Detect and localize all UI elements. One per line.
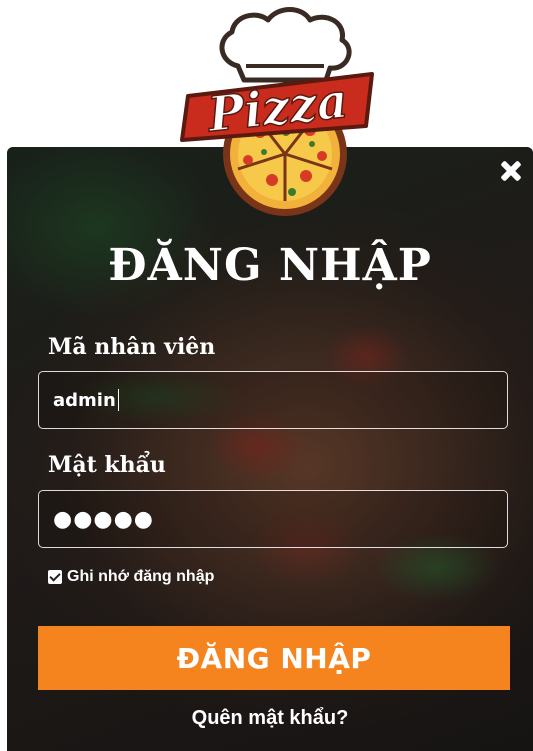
password-mask: ●●●●● — [53, 506, 154, 532]
username-label: Mã nhân viên — [48, 334, 216, 360]
password-input[interactable]: ●●●●● — [38, 490, 508, 548]
password-label: Mật khẩu — [48, 452, 166, 478]
username-value: admin — [53, 389, 116, 411]
logo-wordmark: Pizza — [180, 72, 374, 144]
remember-me-option[interactable]: Ghi nhớ đăng nhập — [48, 568, 214, 586]
login-screen: Pizza ĐĂNG NHẬP Mã nhân viên admin Mật k… — [0, 0, 533, 751]
close-icon[interactable] — [497, 157, 525, 185]
pizza-logo: Pizza — [180, 7, 374, 216]
remember-checkbox[interactable] — [48, 570, 62, 584]
forgot-password-link[interactable]: Quên mật khẩu? — [7, 707, 533, 730]
dialog-title: ĐĂNG NHẬP — [108, 240, 432, 291]
username-input[interactable]: admin — [38, 371, 508, 429]
remember-label: Ghi nhớ đăng nhập — [67, 568, 215, 585]
chef-hat-icon — [219, 7, 352, 83]
login-button[interactable]: ĐĂNG NHẬP — [38, 626, 510, 690]
text-caret — [117, 389, 119, 411]
